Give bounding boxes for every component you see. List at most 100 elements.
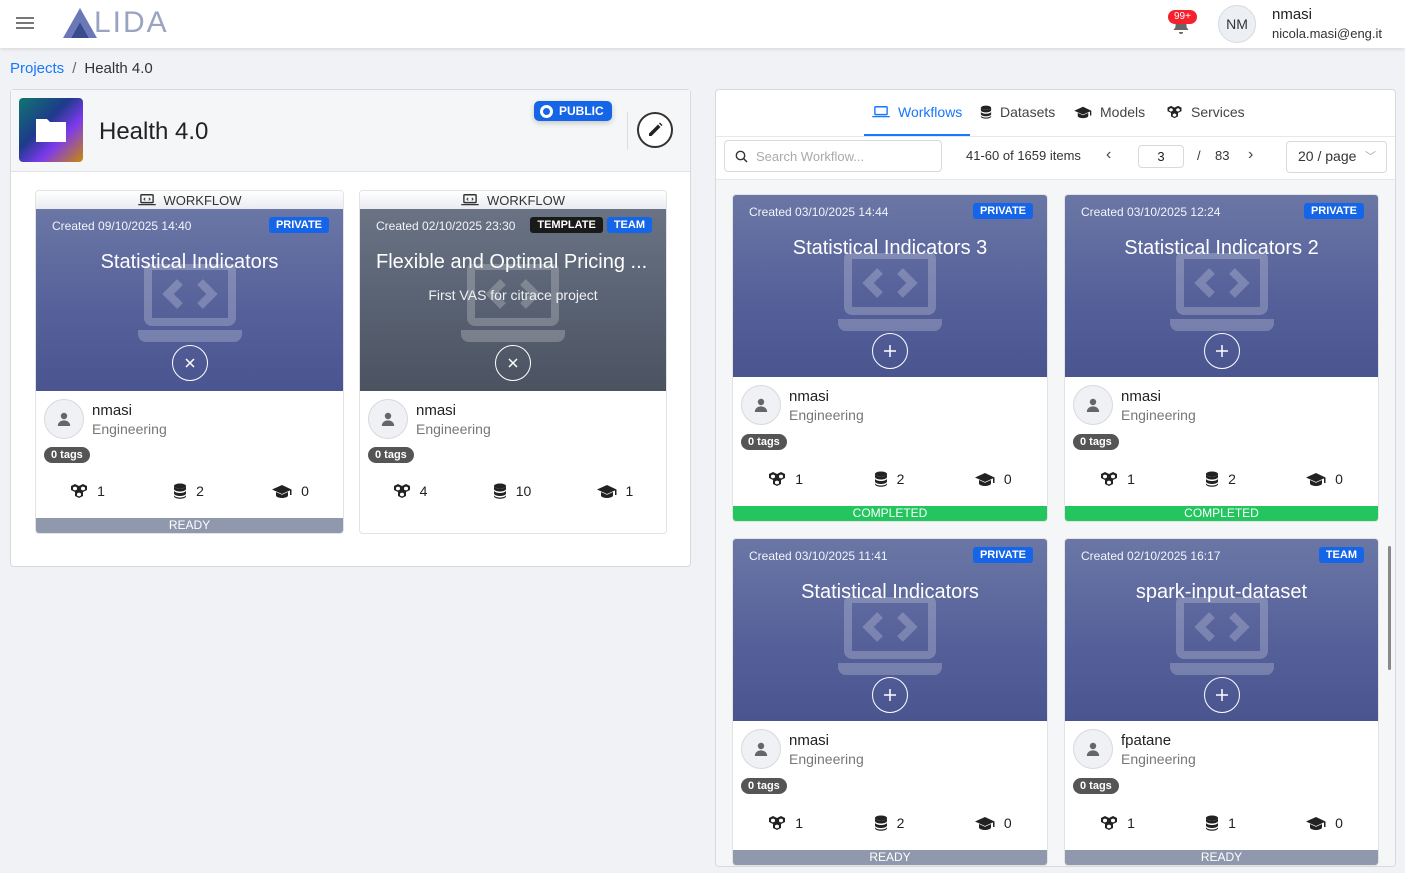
models-count: 0 bbox=[975, 815, 1012, 831]
tab-models[interactable]: Models bbox=[1074, 104, 1145, 120]
tags-count-badge[interactable]: 0 tags bbox=[1073, 434, 1119, 450]
tags-count-badge[interactable]: 0 tags bbox=[741, 434, 787, 450]
card-owner: nmasi Engineering bbox=[741, 729, 864, 769]
card-banner: Created 02/10/2025 16:17 TEAM spark-inpu… bbox=[1065, 539, 1378, 721]
status-bar: READY bbox=[36, 518, 343, 533]
services-count: 1 bbox=[768, 815, 803, 831]
vertical-scrollbar[interactable] bbox=[1388, 546, 1391, 670]
workflow-watermark-icon bbox=[1170, 597, 1274, 681]
owner-org: Engineering bbox=[1121, 406, 1196, 423]
workflow-grid: Created 03/10/2025 14:44 PRIVATE Statist… bbox=[716, 179, 1395, 866]
team-badge: TEAM bbox=[606, 217, 652, 233]
project-title: Health 4.0 bbox=[99, 118, 209, 145]
private-badge: PRIVATE bbox=[268, 217, 329, 233]
card-owner: fpatane Engineering bbox=[1073, 729, 1196, 769]
workflow-watermark-icon bbox=[461, 264, 565, 348]
card-banner: Created 03/10/2025 12:24 PRIVATE Statist… bbox=[1065, 195, 1378, 377]
project-header: Health 4.0 PUBLIC bbox=[11, 90, 690, 172]
card-title: Statistical Indicators 3 bbox=[792, 237, 988, 259]
project-workflow-card[interactable]: WORKFLOW Created 02/10/2025 23:30 TEMPLA… bbox=[359, 190, 667, 534]
add-to-project-button[interactable] bbox=[872, 333, 908, 369]
card-banner: Created 02/10/2025 23:30 TEMPLATE TEAM Fl… bbox=[360, 209, 666, 391]
total-pages: 83 bbox=[1215, 148, 1230, 163]
owner-org: Engineering bbox=[1121, 750, 1196, 767]
breadcrumb-current: Health 4.0 bbox=[84, 60, 153, 77]
workflow-watermark-icon bbox=[838, 253, 942, 337]
browse-panel: Workflows Datasets Models Services 41-60… bbox=[715, 89, 1396, 867]
workflow-card[interactable]: Created 02/10/2025 16:17 TEAM spark-inpu… bbox=[1064, 538, 1379, 866]
tags-count-badge[interactable]: 0 tags bbox=[1073, 778, 1119, 794]
workflow-card[interactable]: Created 03/10/2025 14:44 PRIVATE Statist… bbox=[732, 194, 1048, 522]
workflow-watermark-icon bbox=[838, 597, 942, 681]
user-avatar-icon bbox=[44, 399, 84, 439]
card-owner: nmasi Engineering bbox=[368, 399, 491, 439]
search-box[interactable] bbox=[724, 140, 942, 172]
owner-org: Engineering bbox=[789, 406, 864, 423]
user-avatar[interactable]: NM bbox=[1218, 5, 1256, 43]
database-icon bbox=[173, 483, 187, 499]
search-icon bbox=[735, 150, 748, 163]
add-to-project-button[interactable] bbox=[1203, 677, 1240, 713]
tab-services[interactable]: Services bbox=[1166, 104, 1245, 120]
datasets-count: 10 bbox=[493, 483, 531, 499]
add-to-project-button[interactable] bbox=[872, 677, 908, 713]
prev-page-chevron-icon[interactable]: ‹ bbox=[1106, 146, 1111, 164]
page-number-input[interactable]: 3 bbox=[1138, 145, 1184, 168]
card-owner: nmasi Engineering bbox=[1073, 385, 1196, 425]
graduation-cap-icon bbox=[272, 483, 292, 499]
cubes-icon bbox=[70, 483, 88, 499]
edit-project-button[interactable] bbox=[637, 112, 673, 148]
tags-count-badge[interactable]: 0 tags bbox=[368, 447, 414, 463]
tags-count-badge[interactable]: 0 tags bbox=[44, 447, 90, 463]
card-stats: 1 1 0 bbox=[1065, 815, 1378, 831]
breadcrumb-separator: / bbox=[72, 60, 77, 77]
plus-icon bbox=[1215, 689, 1228, 701]
services-count: 4 bbox=[393, 483, 427, 499]
services-count: 1 bbox=[1100, 471, 1135, 487]
cubes-icon bbox=[393, 483, 411, 499]
graduation-cap-icon bbox=[975, 815, 995, 831]
close-icon bbox=[508, 358, 518, 368]
laptop-code-icon bbox=[461, 193, 479, 207]
active-tab-indicator bbox=[864, 134, 970, 136]
user-name[interactable]: nmasi bbox=[1272, 6, 1312, 23]
remove-button[interactable] bbox=[495, 345, 531, 381]
tab-datasets[interactable]: Datasets bbox=[980, 104, 1055, 120]
card-banner: Created 03/10/2025 11:41 PRIVATE Statist… bbox=[733, 539, 1047, 721]
user-avatar-icon bbox=[368, 399, 408, 439]
owner-name: fpatane bbox=[1121, 731, 1172, 749]
graduation-cap-icon bbox=[1306, 815, 1326, 831]
hamburger-menu-icon[interactable] bbox=[16, 14, 34, 32]
card-owner: nmasi Engineering bbox=[44, 399, 167, 439]
card-stats: 1 2 0 bbox=[1065, 471, 1378, 487]
database-icon bbox=[874, 471, 888, 487]
search-input[interactable] bbox=[756, 148, 926, 164]
tags-count-badge[interactable]: 0 tags bbox=[741, 778, 787, 794]
project-workflow-card[interactable]: WORKFLOW Created 09/10/2025 14:40 PRIVAT… bbox=[35, 190, 344, 534]
created-date: Created 02/10/2025 23:30 bbox=[376, 219, 516, 233]
workflow-card[interactable]: Created 03/10/2025 12:24 PRIVATE Statist… bbox=[1064, 194, 1379, 522]
page-size-select[interactable]: 20 / page ﹀ bbox=[1286, 141, 1387, 173]
app-logo[interactable]: LIDA bbox=[62, 6, 169, 40]
owner-name: nmasi bbox=[789, 731, 830, 749]
database-icon bbox=[1205, 815, 1219, 831]
workflow-card[interactable]: Created 03/10/2025 11:41 PRIVATE Statist… bbox=[732, 538, 1048, 866]
card-banner: Created 03/10/2025 14:44 PRIVATE Statist… bbox=[733, 195, 1047, 377]
add-to-project-button[interactable] bbox=[1203, 333, 1240, 369]
remove-button[interactable] bbox=[171, 345, 208, 381]
next-page-chevron-icon[interactable]: › bbox=[1248, 146, 1253, 164]
owner-name: nmasi bbox=[1121, 387, 1162, 405]
breadcrumb-projects-link[interactable]: Projects bbox=[10, 60, 64, 77]
divider bbox=[627, 112, 628, 150]
card-title: Statistical Indicators bbox=[801, 581, 979, 603]
workflow-watermark-icon bbox=[138, 264, 242, 348]
status-bar: READY bbox=[1065, 850, 1378, 865]
models-count: 1 bbox=[597, 483, 633, 499]
datasets-count: 2 bbox=[1205, 471, 1236, 487]
card-title: Statistical Indicators 2 bbox=[1124, 237, 1319, 259]
user-avatar-icon bbox=[1073, 385, 1113, 425]
created-date: Created 03/10/2025 11:41 bbox=[749, 549, 888, 563]
tab-workflows[interactable]: Workflows bbox=[872, 104, 962, 120]
asset-tabs: Workflows Datasets Models Services bbox=[716, 90, 1395, 137]
card-kind-label: WORKFLOW bbox=[360, 191, 666, 209]
